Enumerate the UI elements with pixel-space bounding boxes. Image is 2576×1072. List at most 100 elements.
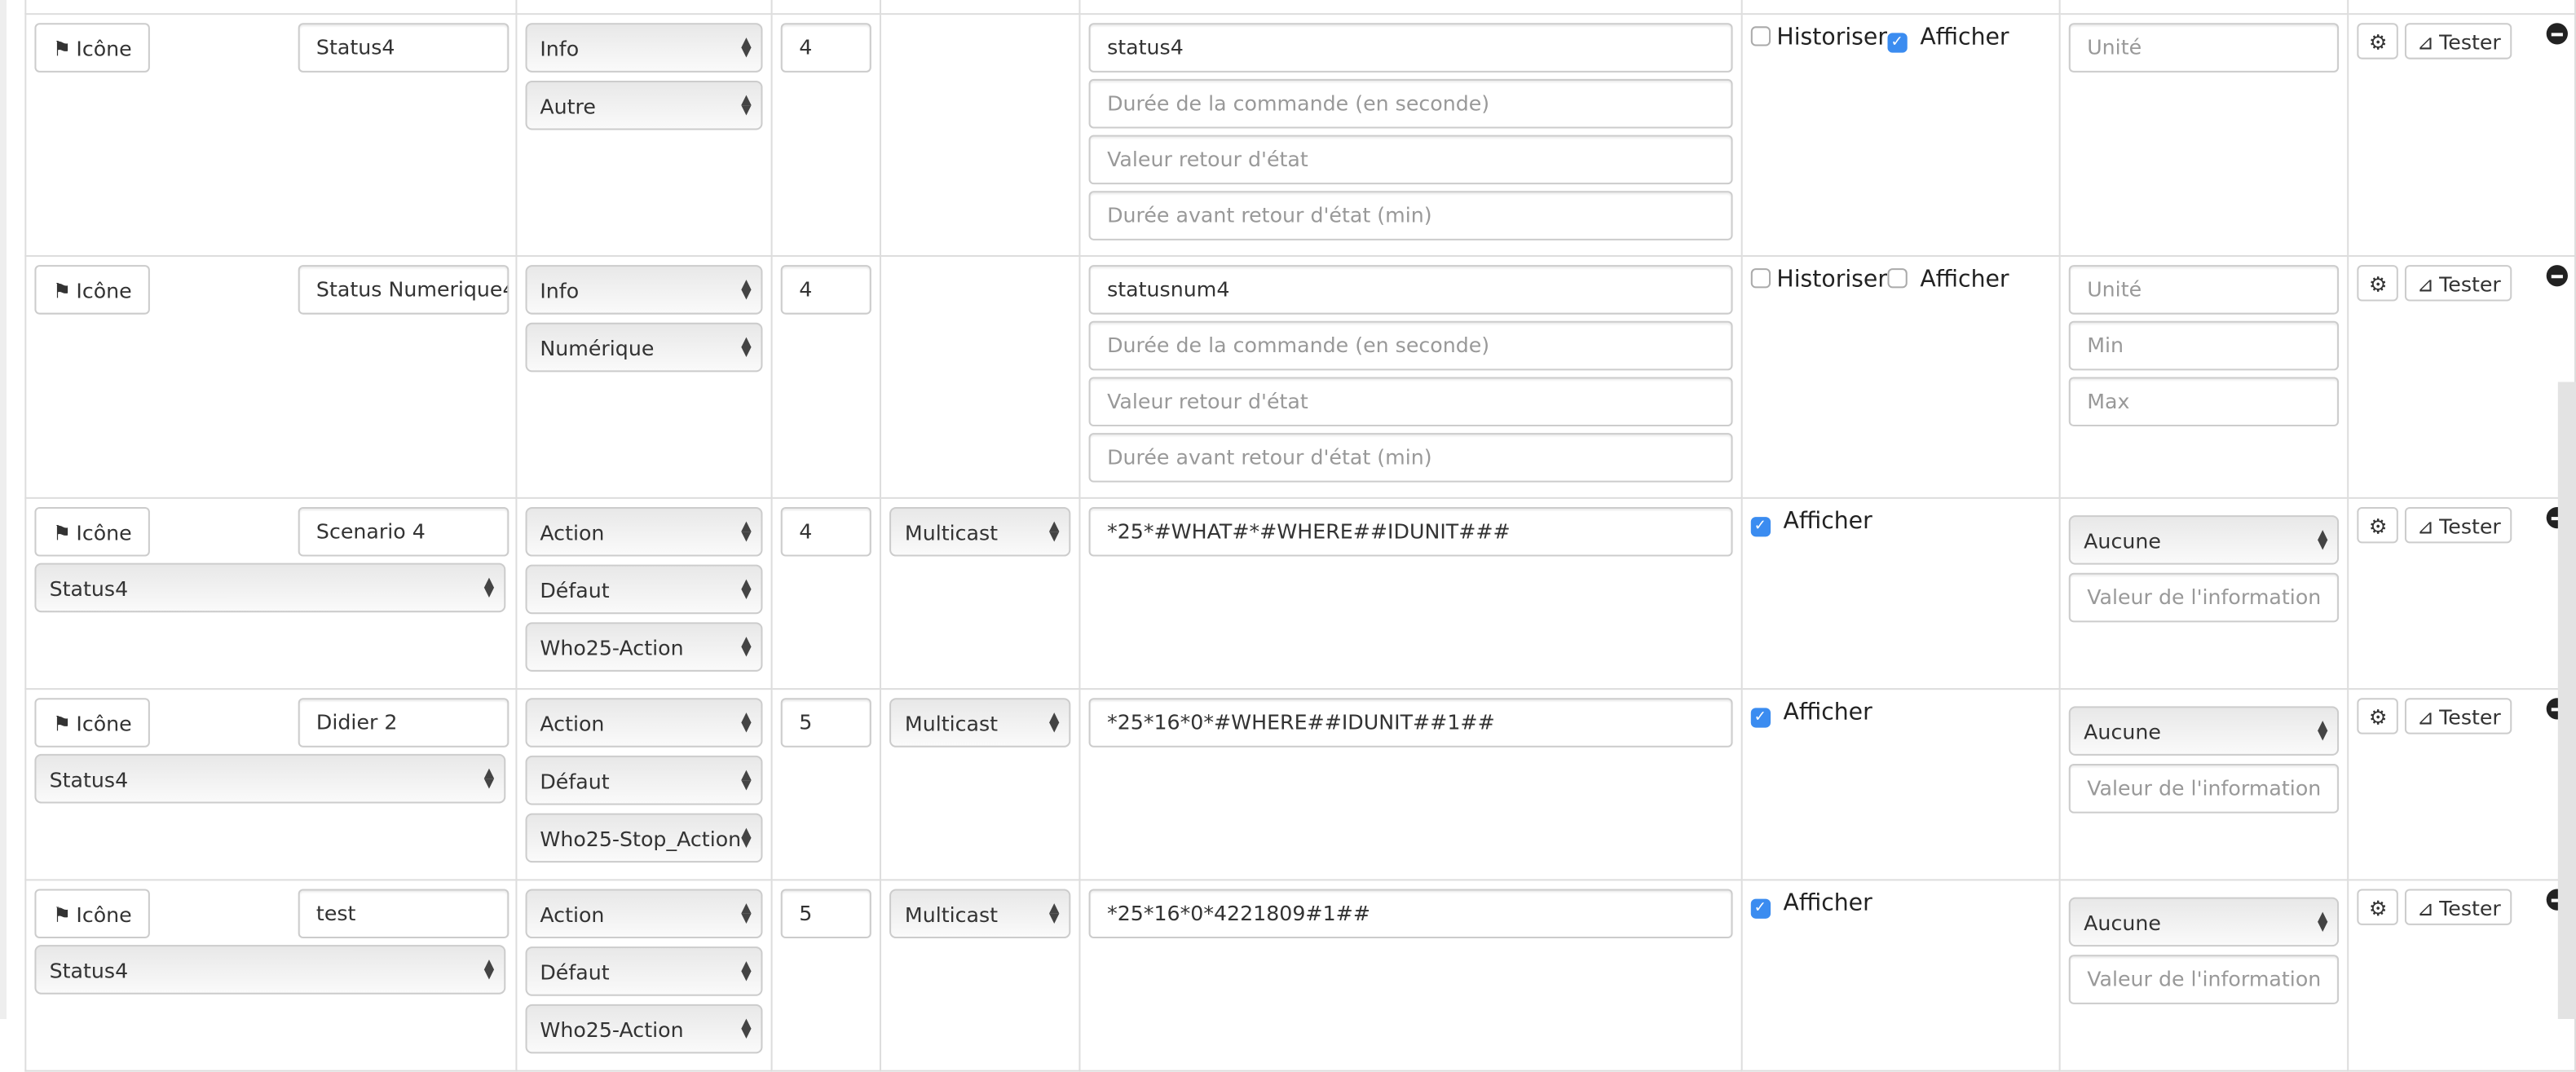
select-arrows-icon: ▲ ▼ [741,767,752,792]
mode-select[interactable]: Multicast ▲ ▼ [889,698,1071,748]
info-value-input[interactable]: Valeur de l'information [2068,955,2340,1004]
configure-button[interactable]: ⚙ [2357,506,2399,544]
type-select[interactable]: Info ▲ ▼ [525,23,763,73]
name-input[interactable]: Status4 [298,23,509,73]
configure-button[interactable]: ⚙ [2357,23,2399,60]
num-input[interactable]: 4 [781,23,872,73]
select-arrows-icon: ▲ ▼ [483,765,495,791]
rss-icon: ⊿ [2416,704,2435,729]
return-delay-input[interactable]: Durée avant retour d'état (min) [1088,191,1732,240]
cell: Action ▲ ▼ Défaut ▲ ▼ Who25-Stop_Action ▲ ▼ [515,688,773,881]
cell: Info ▲ ▼ Autre ▲ ▼ [515,13,773,258]
test-button[interactable]: ⊿ Tester [2405,889,2512,925]
rss-icon: ⊿ [2416,29,2435,54]
afficher-checkbox[interactable]: ✓ [1750,708,1771,728]
who-select[interactable]: Who25-Action ▲ ▼ [525,622,763,672]
cell: 4 [770,255,882,499]
command-table-view: ⚑ Icône Status4 Info ▲ ▼ Autre ▲ ▼ 4 status4 Durée… [0,0,2576,1072]
select-arrows-icon: ▲ ▼ [741,900,752,925]
historiser-checkbox[interactable] [1750,268,1771,289]
remove-command-icon[interactable] [2546,23,2568,45]
name-input[interactable]: Status Numerique4 [298,265,509,315]
cell: 4 [770,13,882,258]
test-button[interactable]: ⊿ Tester [2405,23,2512,60]
info-select[interactable]: Aucune ▲ ▼ [2068,706,2340,756]
unit-input[interactable]: Unité [2068,23,2340,73]
cell: status4 Durée de la commande (en seconde)… [1078,13,1743,258]
return-delay-input[interactable]: Durée avant retour d'état (min) [1088,433,1732,483]
remove-command-icon[interactable] [2546,265,2568,287]
value-select[interactable]: Status4 ▲ ▼ [34,562,506,613]
return-value-input[interactable]: Valeur retour d'état [1088,377,1732,427]
cell: ✓ Afficher [1740,688,2061,881]
type-select[interactable]: Action ▲ ▼ [525,506,763,557]
return-value-input[interactable]: Valeur retour d'état [1088,135,1732,185]
flag-icon: ⚑ [52,901,72,926]
who-select[interactable]: Who25-Action ▲ ▼ [525,1004,763,1054]
historiser-checkbox[interactable] [1750,26,1771,46]
info-select[interactable]: Aucune ▲ ▼ [2068,897,2340,947]
mode-select[interactable]: Multicast ▲ ▼ [889,506,1071,557]
cell: ⚙ ⊿ Tester [2347,879,2576,1072]
subtype-select[interactable]: Défaut ▲ ▼ [525,946,763,996]
mode-select[interactable]: Multicast ▲ ▼ [889,889,1071,939]
who-select[interactable]: Who25-Stop_Action ▲ ▼ [525,813,763,863]
cell: ⚑ Icône Didier 2 Status4 ▲ ▼ [24,688,518,881]
name-input[interactable]: test [298,889,509,939]
subtype-select[interactable]: Défaut ▲ ▼ [525,755,763,805]
type-select[interactable]: Info ▲ ▼ [525,265,763,315]
value-select[interactable]: Status4 ▲ ▼ [34,945,506,995]
afficher-checkbox[interactable] [1886,268,1908,289]
type-select[interactable]: Action ▲ ▼ [525,698,763,748]
subtype-select[interactable]: Défaut ▲ ▼ [525,564,763,615]
command-input[interactable]: *25*16*0*#WHERE##IDUNIT##1## [1088,698,1732,748]
num-input[interactable]: 5 [781,889,872,939]
rss-icon: ⊿ [2416,894,2435,920]
name-input[interactable]: Didier 2 [298,698,509,748]
duration-input[interactable]: Durée de la commande (en seconde) [1088,320,1732,371]
command-input[interactable]: *25*16*0*4221809#1## [1088,889,1732,939]
cell: *25*16*0*4221809#1## [1078,879,1743,1072]
afficher-checkbox[interactable]: ✓ [1886,33,1908,53]
afficher-checkbox[interactable]: ✓ [1750,517,1771,537]
icon-button[interactable]: ⚑ Icône [34,506,150,557]
test-button[interactable]: ⊿ Tester [2405,506,2512,544]
test-button[interactable]: ⊿ Tester [2405,265,2512,302]
info-value-input[interactable]: Valeur de l'information [2068,572,2340,623]
select-arrows-icon: ▲ ▼ [741,34,752,60]
configure-button[interactable]: ⚙ [2357,698,2399,735]
unit-input[interactable]: Unité [2068,265,2340,315]
logical-id-input[interactable]: statusnum4 [1088,265,1732,315]
test-button[interactable]: ⊿ Tester [2405,698,2512,735]
num-input[interactable]: 4 [781,506,872,557]
icon-button[interactable]: ⚑ Icône [34,698,150,748]
cell: ⚙ ⊿ Tester [2347,13,2576,258]
icon-button[interactable]: ⚑ Icône [34,23,150,73]
duration-input[interactable]: Durée de la commande (en seconde) [1088,78,1732,129]
logical-id-input[interactable]: status4 [1088,23,1732,73]
subtype-select[interactable]: Autre ▲ ▼ [525,80,763,130]
min-input[interactable]: Min [2068,320,2340,371]
max-input[interactable]: Max [2068,377,2340,427]
cell: 4 [770,496,882,690]
num-input[interactable]: 4 [781,265,872,315]
rss-icon: ⊿ [2416,271,2435,296]
info-select[interactable]: Aucune ▲ ▼ [2068,515,2340,565]
value-select[interactable]: Status4 ▲ ▼ [34,753,506,804]
cell: ⚙ ⊿ Tester [2347,688,2576,881]
subtype-select[interactable]: Numérique ▲ ▼ [525,322,763,373]
icon-button[interactable]: ⚑ Icône [34,889,150,939]
command-input[interactable]: *25*#WHAT#*#WHERE##IDUNIT### [1088,506,1732,557]
num-input[interactable]: 5 [781,698,872,748]
type-select[interactable]: Action ▲ ▼ [525,889,763,939]
configure-button[interactable]: ⚙ [2357,265,2399,302]
select-arrows-icon: ▲ ▼ [741,958,752,983]
select-arrows-icon: ▲ ▼ [2317,908,2328,933]
afficher-checkbox[interactable]: ✓ [1750,898,1771,919]
cell: Multicast ▲ ▼ [880,879,1081,1072]
configure-button[interactable]: ⚙ [2357,889,2399,925]
name-input[interactable]: Scenario 4 [298,506,509,557]
icon-button[interactable]: ⚑ Icône [34,265,150,315]
info-value-input[interactable]: Valeur de l'information [2068,764,2340,814]
scrollbar[interactable] [2557,382,2576,1020]
